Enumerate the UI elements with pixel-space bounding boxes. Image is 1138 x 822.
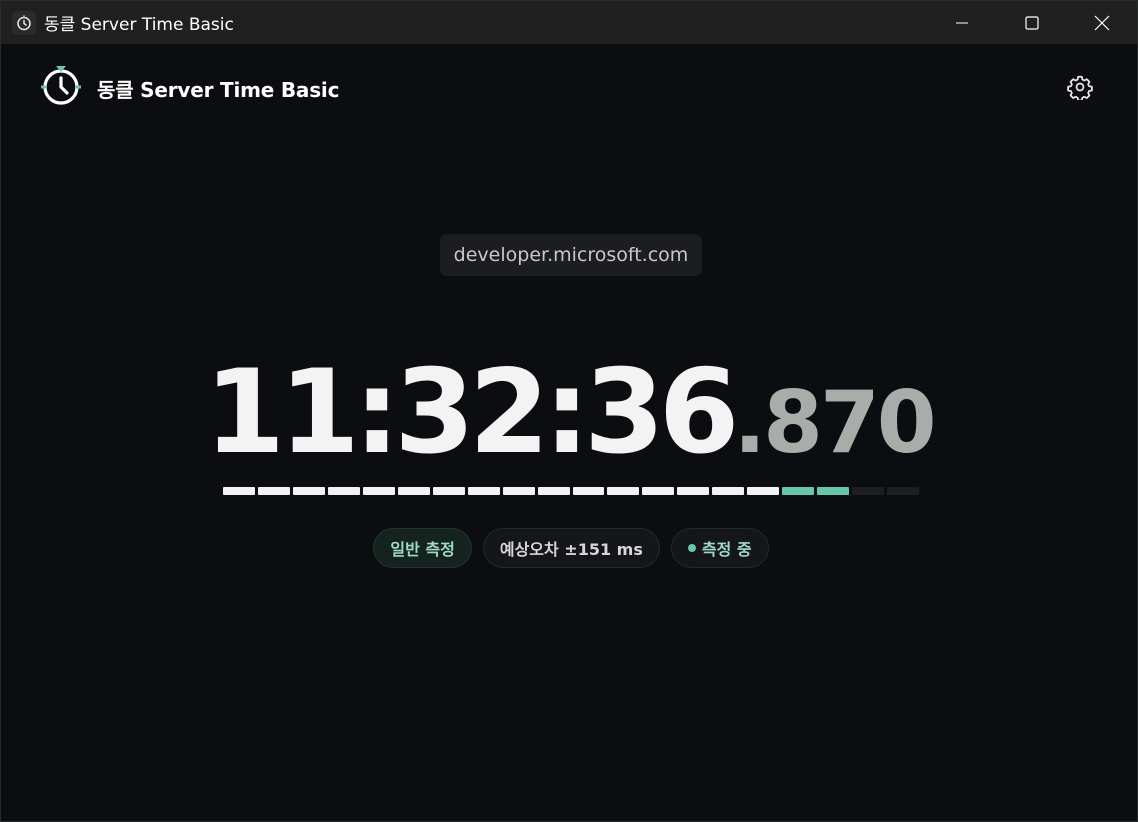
progress-segment (223, 487, 255, 495)
progress-segment (327, 487, 360, 495)
progress-segment (817, 487, 850, 495)
minimize-button[interactable] (927, 1, 997, 44)
measuring-status-label: 측정 중 (701, 540, 752, 559)
progress-segment (642, 487, 675, 495)
clock-logo-icon (39, 64, 83, 108)
close-icon (1094, 15, 1110, 30)
title-bar: 동클 Server Time Basic (1, 1, 1137, 44)
clock-icon (12, 10, 36, 35)
progress-segment (537, 487, 570, 495)
close-button[interactable] (1067, 1, 1137, 44)
settings-button[interactable] (1064, 71, 1096, 103)
window-title: 동클 Server Time Basic (44, 15, 234, 35)
measuring-status-badge: 측정 중 (670, 528, 769, 568)
progress-segment (747, 487, 780, 495)
gear-icon (1067, 75, 1093, 100)
server-url: developer.microsoft.com (440, 234, 702, 276)
status-badges: 일반 측정 예상오차 ±151 ms 측정 중 (1, 528, 1137, 568)
progress-segment (782, 487, 815, 495)
measure-mode-badge[interactable]: 일반 측정 (373, 528, 472, 568)
progress-segment (362, 487, 395, 495)
maximize-button[interactable] (997, 1, 1067, 44)
progress-segment (887, 487, 920, 495)
progress-segment (572, 487, 605, 495)
progress-segment (257, 487, 290, 495)
progress-segment (607, 487, 640, 495)
progress-segment (852, 487, 885, 495)
maximize-icon (1025, 15, 1039, 30)
progress-segment (502, 487, 535, 495)
measure-mode-label: 일반 측정 (390, 540, 455, 559)
progress-segment (677, 487, 710, 495)
window-controls (927, 1, 1137, 44)
minimize-icon (956, 22, 968, 23)
status-dot-icon (687, 544, 696, 552)
millisecond-progress-bar (223, 487, 920, 495)
server-time-display: 11:32:36.870 (1, 345, 1137, 480)
progress-segment (432, 487, 465, 495)
progress-segment (397, 487, 430, 495)
error-estimate-badge: 예상오차 ±151 ms (482, 528, 660, 568)
error-estimate-label: 예상오차 ±151 ms (499, 540, 643, 559)
app-window: 동클 Server Time Basic 동클 Server Time Basi… (0, 0, 1138, 822)
time-milliseconds: .870 (733, 373, 936, 473)
time-hms: 11:32:36 (204, 345, 739, 480)
progress-segment (292, 487, 325, 495)
progress-segment (467, 487, 500, 495)
progress-segment (712, 487, 745, 495)
app-title: 동클 Server Time Basic (97, 78, 340, 102)
